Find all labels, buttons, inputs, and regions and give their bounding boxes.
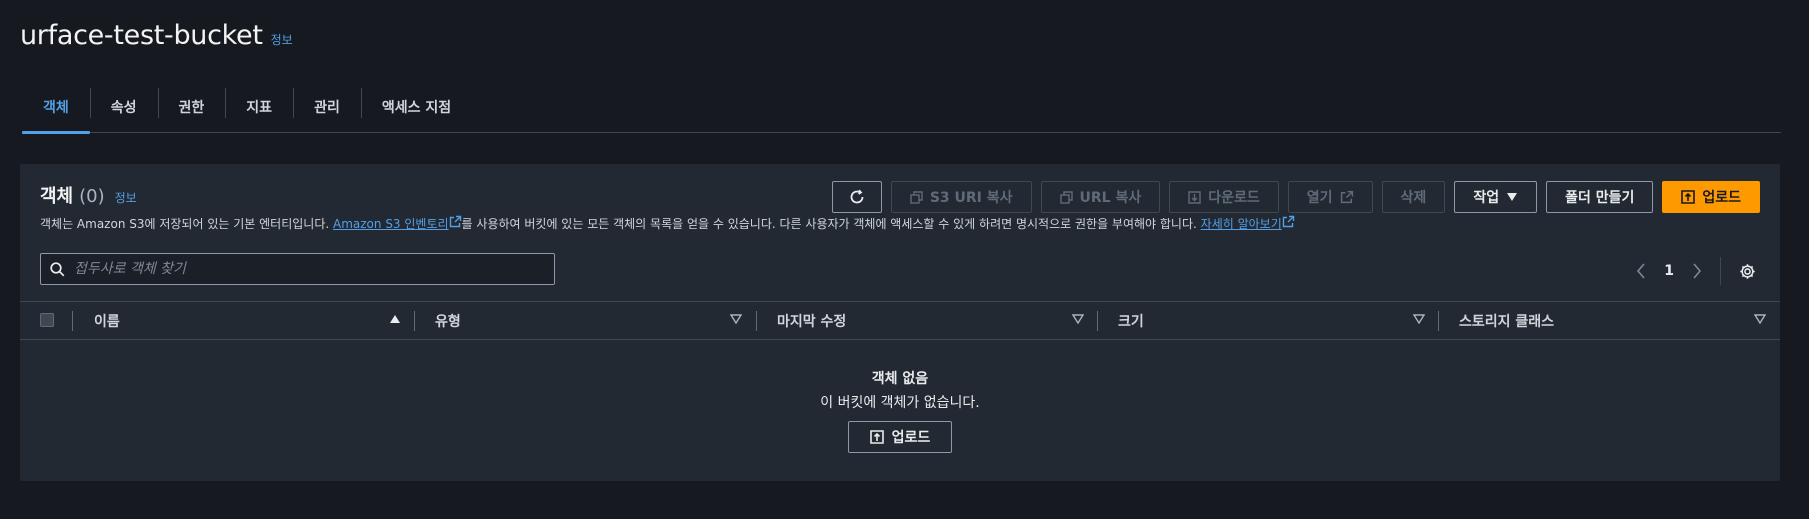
copy-url-label: URL 복사 bbox=[1079, 190, 1142, 206]
select-all-checkbox[interactable] bbox=[40, 313, 54, 327]
column-separator bbox=[414, 311, 415, 331]
objects-description: 객체는 Amazon S3에 저장되어 있는 기본 엔터티입니다. Amazon… bbox=[40, 215, 1295, 232]
external-link-icon bbox=[1340, 190, 1353, 204]
external-link-icon bbox=[449, 215, 462, 231]
objects-panel: 객체 (0) 정보 객체는 Amazon S3에 저장되어 있는 기본 엔터티입… bbox=[20, 164, 1780, 481]
chevron-left-icon[interactable] bbox=[1636, 263, 1646, 279]
refresh-button[interactable] bbox=[831, 181, 882, 213]
open-button[interactable]: 열기 bbox=[1287, 181, 1373, 213]
sort-unsorted-icon[interactable] bbox=[1754, 314, 1766, 324]
column-header-name[interactable]: 이름 bbox=[94, 302, 120, 339]
empty-state-title: 객체 없음 bbox=[871, 371, 929, 387]
search-icon bbox=[50, 261, 65, 276]
open-label: 열기 bbox=[1306, 190, 1333, 206]
sort-ascending-icon[interactable] bbox=[389, 314, 401, 324]
empty-state-description: 이 버킷에 객체가 없습니다. bbox=[820, 395, 980, 411]
column-header-storage-class[interactable]: 스토리지 클래스 bbox=[1459, 302, 1554, 339]
actions-label: 작업 bbox=[1473, 190, 1500, 206]
column-header-last-modified[interactable]: 마지막 수정 bbox=[777, 302, 846, 339]
upload-button[interactable]: 업로드 bbox=[1662, 181, 1760, 213]
empty-state-upload-button[interactable]: 업로드 bbox=[848, 421, 952, 453]
search-box bbox=[40, 253, 555, 285]
delete-label: 삭제 bbox=[1400, 190, 1427, 206]
caret-down-icon bbox=[1507, 193, 1518, 201]
delete-button[interactable]: 삭제 bbox=[1381, 181, 1446, 213]
upload-label: 업로드 bbox=[1702, 190, 1741, 206]
sort-unsorted-icon[interactable] bbox=[1072, 314, 1084, 324]
column-header-type[interactable]: 유형 bbox=[435, 302, 461, 339]
bucket-tabs: 객체 속성 권한 지표 관리 액세스 지점 bbox=[22, 82, 1781, 134]
upload-icon bbox=[869, 430, 884, 444]
sort-unsorted-icon[interactable] bbox=[730, 314, 742, 324]
refresh-icon bbox=[850, 189, 864, 204]
tab-permissions[interactable]: 권한 bbox=[157, 82, 226, 132]
copy-s3-uri-label: S3 URI 복사 bbox=[929, 190, 1013, 206]
tab-properties[interactable]: 속성 bbox=[89, 82, 158, 132]
page-title-row: urface-test-bucket 정보 bbox=[20, 20, 293, 51]
settings-gear-icon[interactable] bbox=[1739, 263, 1756, 280]
empty-state: 객체 없음 이 버킷에 객체가 없습니다. 업로드 bbox=[20, 340, 1780, 481]
tab-management[interactable]: 관리 bbox=[293, 82, 361, 132]
column-separator bbox=[1438, 311, 1439, 331]
download-icon bbox=[1188, 190, 1201, 204]
copy-icon bbox=[910, 190, 923, 204]
column-separator bbox=[1097, 311, 1098, 331]
sort-unsorted-icon[interactable] bbox=[1413, 314, 1425, 324]
upload-icon bbox=[1681, 190, 1696, 204]
objects-toolbar: S3 URI 복사 URL 복사 다운로드 열기 삭제 작업 폴더 만들기 업로… bbox=[831, 181, 1760, 213]
column-separator bbox=[756, 311, 757, 331]
download-button[interactable]: 다운로드 bbox=[1169, 181, 1279, 213]
search-input[interactable] bbox=[74, 261, 514, 277]
learn-more-link[interactable]: 자세히 알아보기 bbox=[1201, 217, 1282, 231]
copy-icon bbox=[1059, 190, 1073, 204]
objects-title: 객체 bbox=[40, 186, 74, 207]
pagination-divider bbox=[1720, 257, 1721, 285]
chevron-right-icon[interactable] bbox=[1692, 263, 1702, 279]
copy-url-button[interactable]: URL 복사 bbox=[1040, 181, 1161, 213]
objects-count: (0) bbox=[79, 186, 105, 207]
column-header-size[interactable]: 크기 bbox=[1118, 302, 1144, 339]
actions-dropdown[interactable]: 작업 bbox=[1454, 181, 1538, 213]
pagination: 1 bbox=[1636, 257, 1756, 285]
table-header: 이름 유형 마지막 수정 크기 스토리지 클래스 bbox=[20, 301, 1780, 340]
create-folder-label: 폴더 만들기 bbox=[1565, 190, 1635, 206]
description-prefix: 객체는 Amazon S3에 저장되어 있는 기본 엔터티입니다. bbox=[40, 217, 333, 231]
copy-s3-uri-button[interactable]: S3 URI 복사 bbox=[890, 181, 1032, 213]
tab-objects[interactable]: 객체 bbox=[22, 82, 90, 134]
tab-access-points[interactable]: 액세스 지점 bbox=[360, 82, 472, 132]
create-folder-button[interactable]: 폴더 만들기 bbox=[1546, 181, 1654, 213]
inventory-link[interactable]: Amazon S3 인벤토리 bbox=[333, 217, 449, 231]
objects-header: 객체 (0) 정보 bbox=[40, 182, 137, 208]
page-number[interactable]: 1 bbox=[1664, 263, 1674, 279]
page-info-link[interactable]: 정보 bbox=[271, 31, 293, 48]
download-label: 다운로드 bbox=[1208, 190, 1260, 206]
description-middle: 를 사용하여 버킷에 있는 모든 객체의 목록을 얻을 수 있습니다. 다른 사… bbox=[461, 217, 1201, 231]
column-separator bbox=[72, 311, 73, 331]
page-title: urface-test-bucket bbox=[20, 20, 263, 51]
external-link-icon bbox=[1282, 215, 1295, 231]
objects-info-link[interactable]: 정보 bbox=[115, 189, 137, 206]
tab-metrics[interactable]: 지표 bbox=[225, 82, 293, 132]
empty-state-upload-label: 업로드 bbox=[891, 430, 931, 446]
